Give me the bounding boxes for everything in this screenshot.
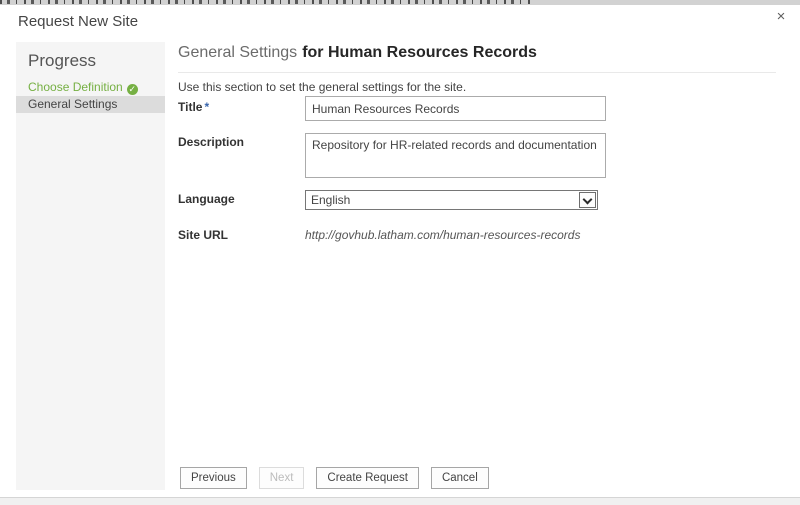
language-selected-value: English	[311, 193, 350, 207]
close-icon[interactable]: ×	[772, 8, 790, 26]
cancel-button[interactable]: Cancel	[431, 467, 489, 489]
description-label: Description	[178, 135, 244, 149]
page-title-subject: for Human Resources Records	[302, 44, 537, 61]
page-title-prefix: General Settings	[178, 44, 297, 61]
title-label: Title*	[178, 100, 209, 114]
cropped-toolbar-text	[0, 0, 533, 4]
dialog-title: Request New Site	[18, 13, 138, 30]
description-input[interactable]: Repository for HR-related records and do…	[305, 133, 606, 178]
site-url-label: Site URL	[178, 228, 228, 242]
select-arrow-button[interactable]	[579, 192, 596, 208]
sidebar-heading: Progress	[28, 51, 165, 71]
language-select[interactable]: English	[305, 190, 598, 210]
previous-button[interactable]: Previous	[180, 467, 247, 489]
required-asterisk: *	[204, 100, 209, 114]
page-title: General Settings for Human Resources Reco…	[178, 44, 537, 62]
heading-divider	[178, 72, 776, 73]
section-intro-text: Use this section to set the general sett…	[178, 80, 466, 94]
request-new-site-dialog: Request New Site × Progress Choose Defin…	[0, 0, 800, 505]
step-choose-definition[interactable]: Choose Definition ✓	[16, 79, 165, 96]
step-label: General Settings	[28, 97, 117, 111]
general-settings-panel: General Settings for Human Resources Reco…	[178, 42, 776, 490]
chevron-down-icon	[583, 195, 593, 205]
step-general-settings[interactable]: General Settings	[16, 96, 165, 113]
site-url-value: http://govhub.latham.com/human-resources…	[305, 228, 580, 242]
progress-sidebar: Progress Choose Definition ✓ General Sett…	[16, 42, 165, 490]
progress-steps: Choose Definition ✓ General Settings	[16, 79, 165, 113]
completed-check-icon: ✓	[127, 84, 138, 95]
language-label: Language	[178, 192, 235, 206]
cropped-bottom-bar	[0, 497, 800, 505]
next-button[interactable]: Next	[259, 467, 305, 489]
step-label: Choose Definition	[28, 80, 123, 94]
create-request-button[interactable]: Create Request	[316, 467, 419, 489]
dialog-button-row: Previous Next Create Request Cancel	[180, 467, 489, 489]
cropped-top-bar	[0, 0, 800, 5]
title-input[interactable]	[305, 96, 606, 121]
